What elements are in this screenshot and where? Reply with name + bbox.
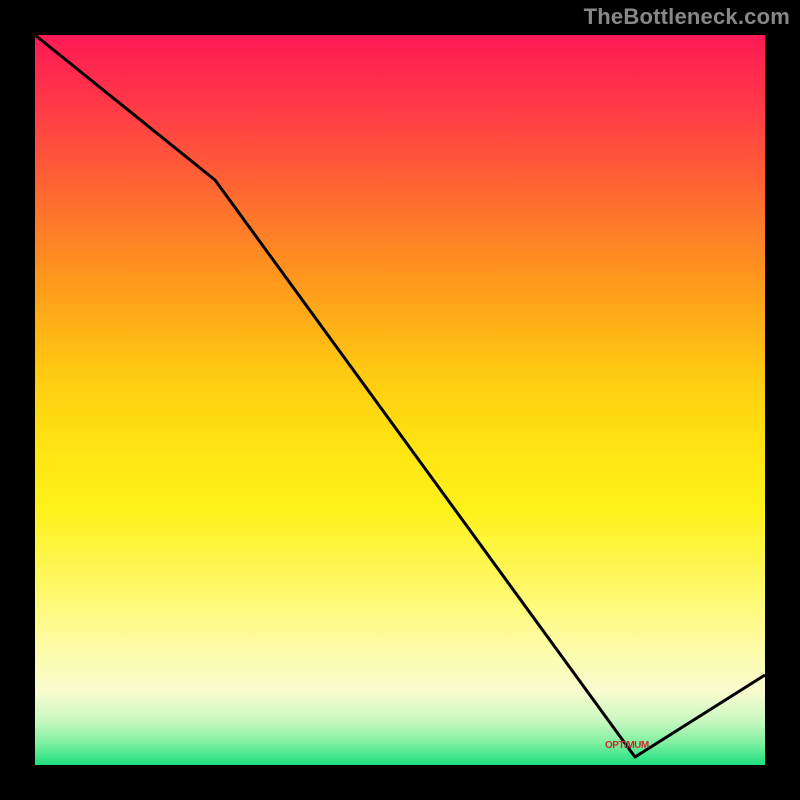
chart-frame: TheBottleneck.com OPTIMUM: [0, 0, 800, 800]
optimum-marker: OPTIMUM: [605, 740, 705, 752]
plot-area: OPTIMUM: [35, 35, 765, 765]
bottleneck-curve: [35, 35, 765, 757]
attribution-label: TheBottleneck.com: [584, 4, 790, 30]
curve-svg: [35, 35, 765, 765]
